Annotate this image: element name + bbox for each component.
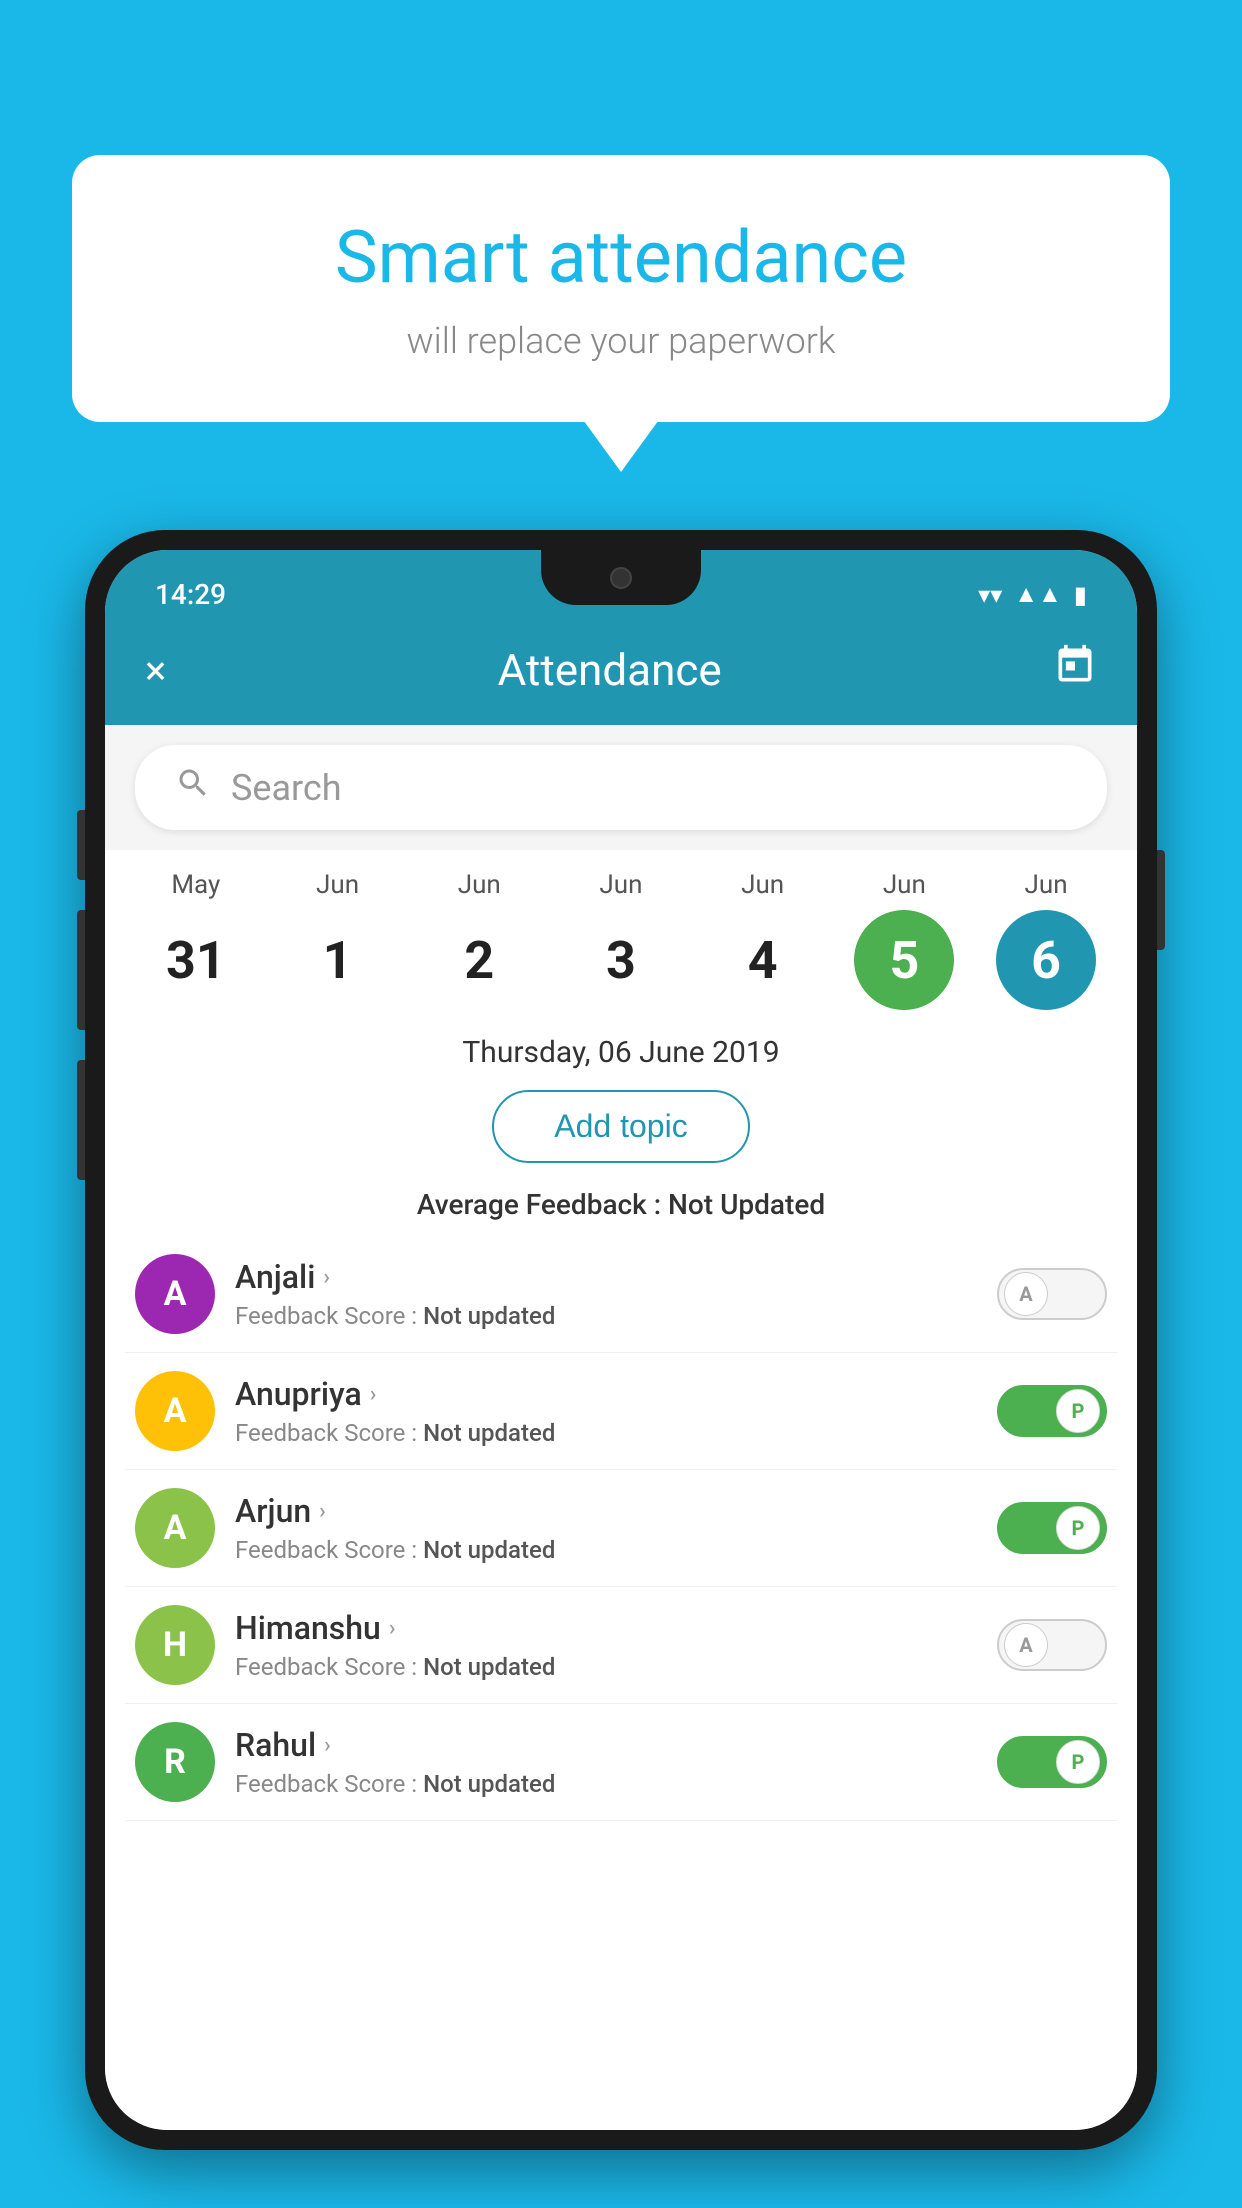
- search-placeholder: Search: [231, 767, 342, 809]
- avatar: R: [135, 1722, 215, 1802]
- bubble-subtitle: will replace your paperwork: [152, 320, 1090, 362]
- calendar-day[interactable]: May 31: [136, 870, 256, 1010]
- calendar-month-label: Jun: [316, 870, 359, 900]
- calendar-day[interactable]: Jun 5: [844, 870, 964, 1010]
- student-info: Anupriya › Feedback Score : Not updated: [235, 1375, 977, 1447]
- calendar-day[interactable]: Jun 6: [986, 870, 1106, 1010]
- student-info: Rahul › Feedback Score : Not updated: [235, 1726, 977, 1798]
- student-item[interactable]: R Rahul › Feedback Score : Not updated P: [125, 1704, 1117, 1821]
- speech-bubble-container: Smart attendance will replace your paper…: [72, 155, 1170, 422]
- chevron-right-icon: ›: [324, 1733, 331, 1758]
- feedback-score: Feedback Score : Not updated: [235, 1419, 977, 1447]
- student-info: Arjun › Feedback Score : Not updated: [235, 1492, 977, 1564]
- chevron-right-icon: ›: [319, 1499, 326, 1524]
- calendar-month-label: Jun: [741, 870, 784, 900]
- avg-feedback-label: Average Feedback :: [417, 1188, 661, 1221]
- chevron-right-icon: ›: [389, 1616, 396, 1641]
- search-bar[interactable]: Search: [135, 745, 1107, 830]
- attendance-toggle[interactable]: A: [997, 1268, 1107, 1320]
- calendar-icon-button[interactable]: [1053, 643, 1097, 697]
- calendar-month-label: Jun: [883, 870, 926, 900]
- phone-notch: [541, 550, 701, 605]
- content-area: Search May 31 Jun 1 Jun 2 Jun 3 Jun 4 Jun 5 Jun 6 Thu…: [105, 725, 1137, 2130]
- bubble-title: Smart attendance: [152, 215, 1090, 300]
- add-topic-button[interactable]: Add topic: [492, 1090, 749, 1163]
- power-button: [1157, 850, 1165, 950]
- avatar: A: [135, 1371, 215, 1451]
- student-name: Himanshu ›: [235, 1609, 977, 1647]
- student-item[interactable]: A Arjun › Feedback Score : Not updated P: [125, 1470, 1117, 1587]
- phone-container: 14:29 ▾▾ ▲▲ ▮ × Attendance: [85, 530, 1157, 2208]
- calendar-date-number: 31: [146, 910, 246, 1010]
- volume-up-button: [77, 810, 85, 880]
- calendar-day[interactable]: Jun 4: [703, 870, 823, 1010]
- status-time: 14:29: [155, 578, 226, 611]
- phone-frame: 14:29 ▾▾ ▲▲ ▮ × Attendance: [85, 530, 1157, 2150]
- search-icon: [175, 765, 211, 810]
- student-list: AAnjali ›Feedback Score : Not updatedAAA…: [105, 1236, 1137, 1821]
- chevron-right-icon: ›: [323, 1265, 330, 1290]
- toggle-thumb: P: [1056, 1740, 1100, 1784]
- battery-icon: ▮: [1074, 581, 1087, 609]
- phone-screen: 14:29 ▾▾ ▲▲ ▮ × Attendance: [105, 550, 1137, 2130]
- calendar-date-number: 4: [713, 910, 813, 1010]
- front-camera: [610, 567, 632, 589]
- toggle-thumb: A: [1004, 1272, 1048, 1316]
- calendar-day[interactable]: Jun 2: [419, 870, 539, 1010]
- calendar-date-number: 2: [429, 910, 529, 1010]
- student-item[interactable]: H Himanshu › Feedback Score : Not updated A: [125, 1587, 1117, 1704]
- avg-feedback-value: Not Updated: [668, 1188, 825, 1221]
- calendar-day[interactable]: Jun 1: [278, 870, 398, 1010]
- calendar-date-number: 3: [571, 910, 671, 1010]
- calendar-date-number: 6: [996, 910, 1096, 1010]
- attendance-toggle[interactable]: P: [997, 1385, 1107, 1437]
- student-name: Rahul ›: [235, 1726, 977, 1764]
- feedback-score: Feedback Score : Not updated: [235, 1653, 977, 1681]
- student-item[interactable]: A Anupriya › Feedback Score : Not updated P: [125, 1353, 1117, 1470]
- wifi-icon: ▾▾: [978, 581, 1002, 609]
- toggle-thumb: P: [1056, 1506, 1100, 1550]
- toggle-thumb: A: [1004, 1623, 1048, 1667]
- search-container: Search: [105, 725, 1137, 850]
- calendar-strip: May 31 Jun 1 Jun 2 Jun 3 Jun 4 Jun 5 Jun 6: [105, 850, 1137, 1020]
- student-name: Anjali ›: [235, 1258, 977, 1296]
- selected-date-label: Thursday, 06 June 2019: [105, 1020, 1137, 1080]
- add-topic-container: Add topic: [105, 1080, 1137, 1183]
- feedback-score: Feedback Score : Not updated: [235, 1302, 977, 1330]
- status-icons: ▾▾ ▲▲ ▮: [978, 580, 1087, 609]
- student-name: Arjun ›: [235, 1492, 977, 1530]
- avatar: A: [135, 1488, 215, 1568]
- avatar: A: [135, 1254, 215, 1334]
- calendar-month-label: Jun: [458, 870, 501, 900]
- avg-feedback: Average Feedback : Not Updated: [105, 1183, 1137, 1236]
- feedback-score: Feedback Score : Not updated: [235, 1770, 977, 1798]
- student-item[interactable]: A Anjali › Feedback Score : Not updated A: [125, 1236, 1117, 1353]
- volume-down-button: [77, 910, 85, 1030]
- silent-button: [77, 1060, 85, 1180]
- calendar-date-number: 5: [854, 910, 954, 1010]
- signal-icon: ▲▲: [1014, 580, 1062, 609]
- calendar-day[interactable]: Jun 3: [561, 870, 681, 1010]
- calendar-month-label: May: [171, 870, 220, 900]
- toggle-thumb: P: [1056, 1389, 1100, 1433]
- student-name: Anupriya ›: [235, 1375, 977, 1413]
- close-button[interactable]: ×: [145, 647, 166, 694]
- calendar-date-number: 1: [288, 910, 388, 1010]
- calendar-month-label: Jun: [1025, 870, 1068, 900]
- attendance-toggle[interactable]: P: [997, 1736, 1107, 1788]
- feedback-score: Feedback Score : Not updated: [235, 1536, 977, 1564]
- student-info: Anjali › Feedback Score : Not updated: [235, 1258, 977, 1330]
- student-info: Himanshu › Feedback Score : Not updated: [235, 1609, 977, 1681]
- attendance-toggle[interactable]: A: [997, 1619, 1107, 1671]
- app-bar: × Attendance: [105, 623, 1137, 725]
- app-bar-title: Attendance: [166, 644, 1053, 696]
- speech-bubble: Smart attendance will replace your paper…: [72, 155, 1170, 422]
- attendance-toggle[interactable]: P: [997, 1502, 1107, 1554]
- chevron-right-icon: ›: [370, 1382, 377, 1407]
- avatar: H: [135, 1605, 215, 1685]
- calendar-month-label: Jun: [599, 870, 642, 900]
